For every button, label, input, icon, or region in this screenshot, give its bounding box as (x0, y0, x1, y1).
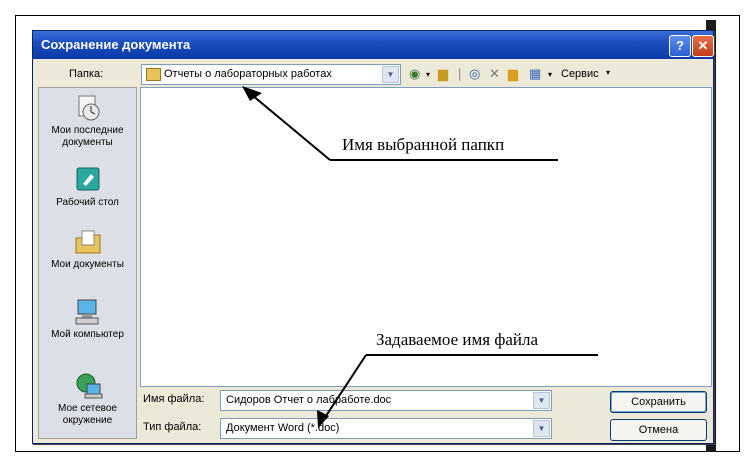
annotation-arrows (242, 86, 598, 428)
folder-arrowhead-icon (242, 86, 262, 101)
folder-arrow-line (245, 89, 331, 161)
filename-arrow-line (321, 354, 367, 423)
